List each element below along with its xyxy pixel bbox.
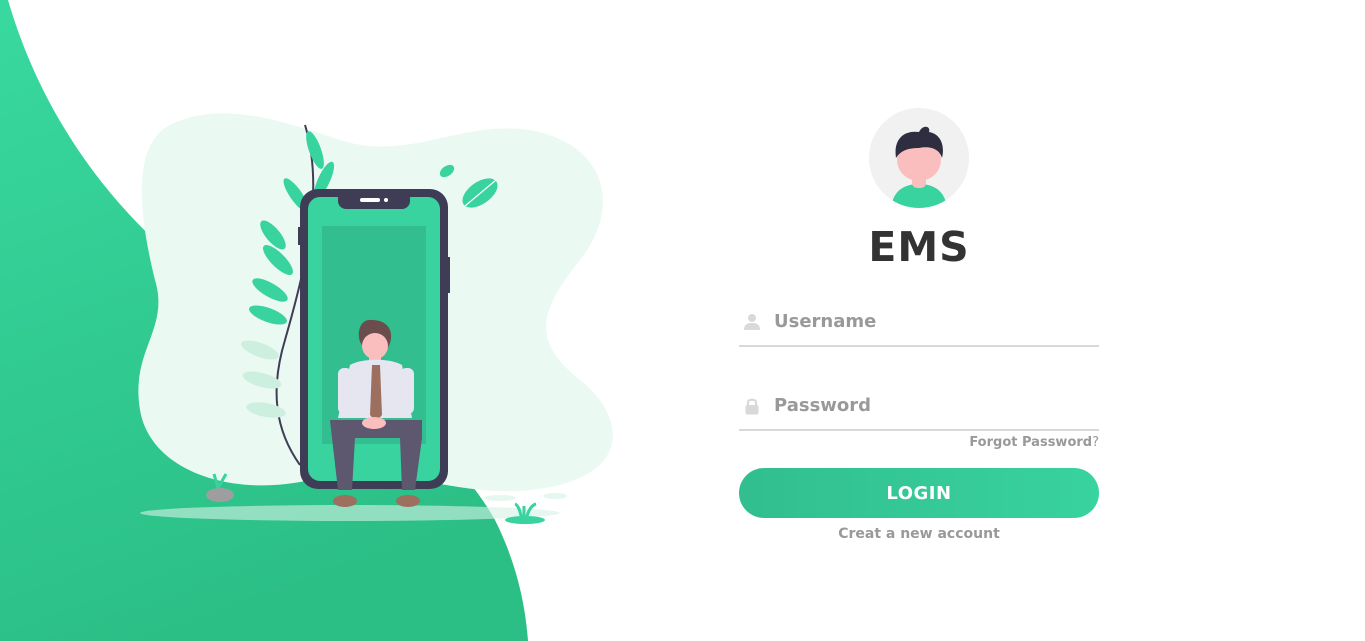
create-account-row: Creat a new account <box>739 525 1099 543</box>
forgot-password-row: Forgot Password? <box>739 435 1099 451</box>
lock-icon <box>745 398 759 415</box>
forgot-password-suffix: ? <box>1092 435 1099 450</box>
login-page: EMS Forgot Password? LOGIN Creat a new a… <box>0 0 1365 641</box>
password-input[interactable] <box>774 385 1094 425</box>
password-field <box>739 385 1099 431</box>
username-field <box>739 301 1099 347</box>
login-form: EMS Forgot Password? LOGIN Creat a new a… <box>739 108 1099 543</box>
phone-illustration <box>138 113 613 524</box>
app-title: EMS <box>868 223 970 271</box>
user-icon <box>744 314 760 330</box>
user-avatar-icon <box>869 108 969 208</box>
create-account-link[interactable]: Creat a new account <box>838 526 1000 542</box>
forgot-password-link[interactable]: Forgot Password <box>969 435 1092 450</box>
login-button[interactable]: LOGIN <box>739 468 1099 518</box>
username-input[interactable] <box>774 301 1094 341</box>
